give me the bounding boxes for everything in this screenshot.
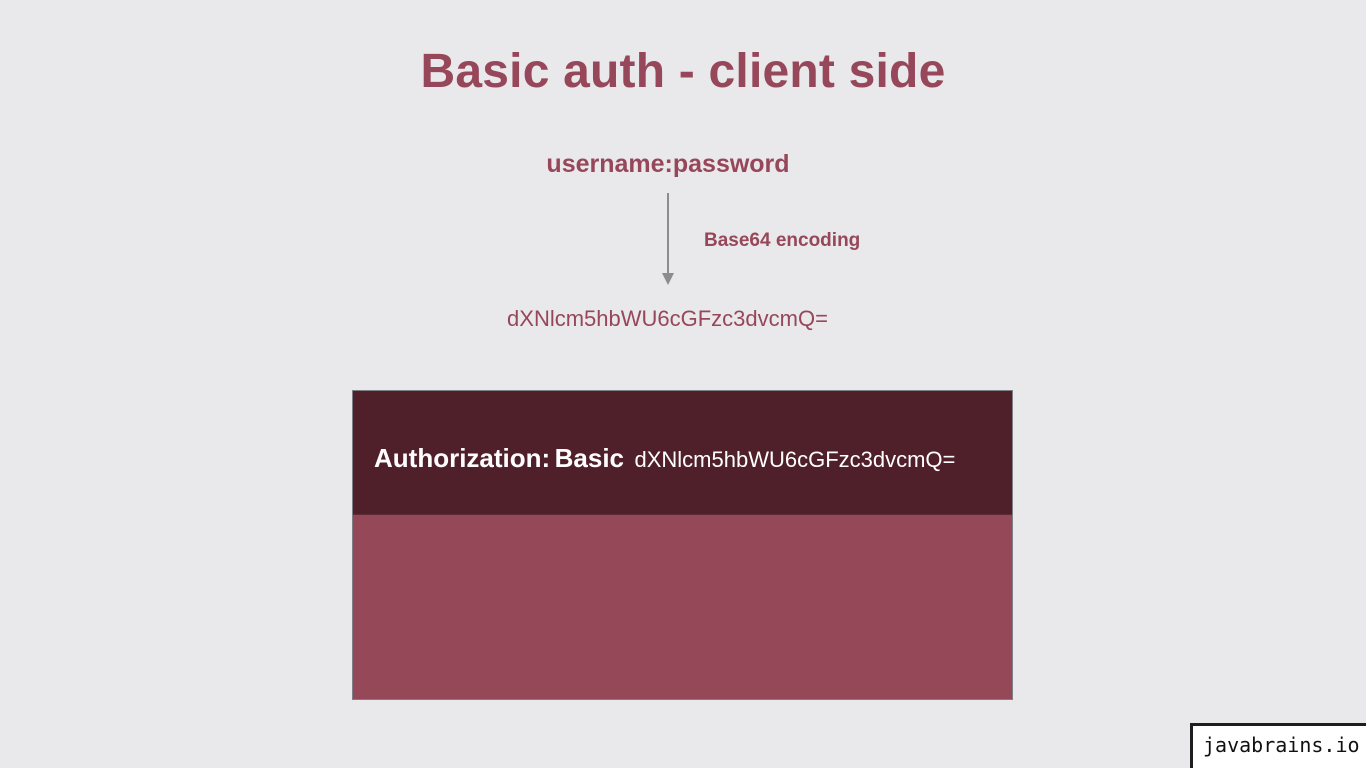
encoding-label: Base64 encoding (704, 230, 861, 251)
encoded-value: dXNlcm5hbWU6cGFzc3dvcmQ= (507, 306, 828, 331)
authorization-header: Authorization: Basic dXNlcm5hbWU6cGFzc3d… (374, 443, 955, 474)
header-scheme: Basic (554, 443, 625, 473)
watermark-logo: javabrains.io (1190, 723, 1366, 768)
request-body (353, 515, 1012, 699)
header-value: dXNlcm5hbWU6cGFzc3dvcmQ= (634, 447, 956, 472)
request-header-bar: Authorization: Basic dXNlcm5hbWU6cGFzc3d… (353, 391, 1012, 515)
down-arrow-icon (662, 193, 674, 285)
credentials-text: username:password (546, 150, 790, 178)
slide-title: Basic auth - client side (420, 45, 946, 98)
header-key: Authorization: (374, 443, 551, 473)
http-request-box: Authorization: Basic dXNlcm5hbWU6cGFzc3d… (352, 390, 1013, 700)
